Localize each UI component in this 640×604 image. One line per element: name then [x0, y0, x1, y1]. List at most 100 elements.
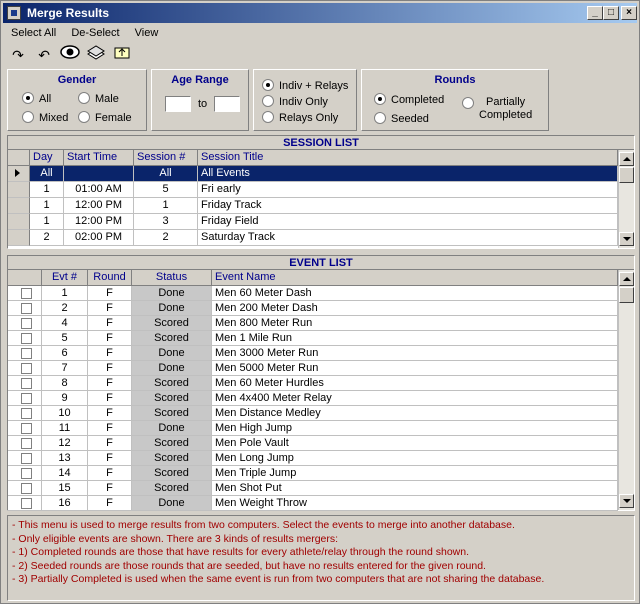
event-checkbox[interactable] [21, 453, 32, 464]
event-select-cell [8, 301, 42, 316]
event-checkbox[interactable] [21, 498, 32, 509]
folder-up-icon[interactable] [111, 44, 133, 64]
rounds-partially-completed-radio[interactable] [462, 97, 479, 110]
menu-de-select[interactable]: De-Select [65, 25, 125, 41]
scroll-thumb[interactable] [619, 167, 634, 183]
help-line: - 2) Seeded rounds are those rounds that… [12, 559, 486, 572]
age-to-input[interactable] [214, 96, 240, 112]
event-select-cell [8, 346, 42, 361]
event-cell-round: F [88, 301, 132, 316]
event-list-scrollbar[interactable] [618, 270, 634, 510]
event-cell-round: F [88, 481, 132, 496]
event-row[interactable]: 15 F Scored Men Shot Put [8, 481, 618, 496]
radio-dot [262, 79, 274, 91]
header-evt-number[interactable]: Evt # [42, 270, 88, 286]
books-icon[interactable] [85, 44, 107, 64]
scroll-down-button[interactable] [619, 232, 634, 246]
redo-icon[interactable]: ↷ [7, 45, 29, 65]
event-checkbox[interactable] [21, 303, 32, 314]
indiv-relay-panel: Indiv + Relays Indiv Only Relays Only [253, 69, 357, 131]
session-cell-title: Friday Field [198, 214, 618, 230]
menu-select-all[interactable]: Select All [5, 25, 62, 41]
close-button[interactable]: × [621, 6, 637, 20]
radio-label: Completed [391, 94, 445, 106]
scroll-down-button[interactable] [619, 494, 634, 508]
session-list-scrollbar[interactable] [618, 150, 634, 248]
event-row[interactable]: 7 F Done Men 5000 Meter Run [8, 361, 618, 376]
event-cell-status: Scored [132, 466, 212, 481]
title-bar[interactable]: Merge Results _ □ × [3, 3, 637, 23]
session-row[interactable]: 2 02:00 PM 2 Saturday Track [8, 230, 618, 246]
gender-male-radio[interactable]: Male [78, 92, 119, 105]
scroll-up-button[interactable] [619, 272, 634, 286]
rounds-completed-radio[interactable]: Completed [374, 93, 444, 106]
session-row[interactable]: 1 12:00 PM 1 Friday Track [8, 198, 618, 214]
relays-only-radio[interactable]: Relays Only [262, 111, 338, 124]
gender-mixed-radio[interactable]: Mixed [22, 111, 68, 124]
header-day[interactable]: Day [30, 150, 64, 166]
event-cell-round: F [88, 466, 132, 481]
header-session-number[interactable]: Session # [134, 150, 198, 166]
event-cell-status: Scored [132, 436, 212, 451]
event-row[interactable]: 4 F Scored Men 800 Meter Run [8, 316, 618, 331]
event-cell-status: Done [132, 496, 212, 511]
event-cell-evt: 4 [42, 316, 88, 331]
event-cell-status: Done [132, 421, 212, 436]
event-checkbox[interactable] [21, 408, 32, 419]
event-cell-name: Men Distance Medley [212, 406, 618, 421]
event-row[interactable]: 9 F Scored Men 4x400 Meter Relay [8, 391, 618, 406]
maximize-button[interactable]: □ [603, 6, 619, 20]
event-checkbox[interactable] [21, 378, 32, 389]
event-row[interactable]: 5 F Scored Men 1 Mile Run [8, 331, 618, 346]
event-row[interactable]: 16 F Done Men Weight Throw [8, 496, 618, 511]
header-start-time[interactable]: Start Time [64, 150, 134, 166]
event-select-cell [8, 391, 42, 406]
event-cell-name: Men 5000 Meter Run [212, 361, 618, 376]
session-row[interactable]: 1 01:00 AM 5 Fri early [8, 182, 618, 198]
event-checkbox[interactable] [21, 363, 32, 374]
event-cell-status: Done [132, 286, 212, 301]
header-status[interactable]: Status [132, 270, 212, 286]
event-checkbox[interactable] [21, 348, 32, 359]
header-event-name[interactable]: Event Name [212, 270, 618, 286]
scroll-up-button[interactable] [619, 152, 634, 166]
event-checkbox[interactable] [21, 438, 32, 449]
header-session-title[interactable]: Session Title [198, 150, 618, 166]
event-row[interactable]: 10 F Scored Men Distance Medley [8, 406, 618, 421]
event-checkbox[interactable] [21, 318, 32, 329]
event-checkbox[interactable] [21, 333, 32, 344]
event-select-cell [8, 316, 42, 331]
event-row[interactable]: 6 F Done Men 3000 Meter Run [8, 346, 618, 361]
age-from-input[interactable] [165, 96, 191, 112]
event-checkbox[interactable] [21, 423, 32, 434]
minimize-button[interactable]: _ [587, 6, 603, 20]
event-row[interactable]: 13 F Scored Men Long Jump [8, 451, 618, 466]
gender-female-radio[interactable]: Female [78, 111, 132, 124]
indiv-only-radio[interactable]: Indiv Only [262, 95, 328, 108]
event-row[interactable]: 12 F Scored Men Pole Vault [8, 436, 618, 451]
session-row[interactable]: All All All Events [8, 166, 618, 182]
radio-label: Indiv + Relays [279, 80, 349, 92]
event-checkbox[interactable] [21, 468, 32, 479]
event-row[interactable]: 14 F Scored Men Triple Jump [8, 466, 618, 481]
scroll-thumb[interactable] [619, 287, 634, 303]
indiv-relays-radio[interactable]: Indiv + Relays [262, 79, 348, 92]
header-round[interactable]: Round [88, 270, 132, 286]
eye-icon[interactable] [59, 44, 81, 64]
event-row[interactable]: 1 F Done Men 60 Meter Dash [8, 286, 618, 301]
undo-icon[interactable]: ↶ [33, 45, 55, 65]
event-checkbox[interactable] [21, 288, 32, 299]
event-cell-status: Done [132, 361, 212, 376]
event-cell-name: Men 1 Mile Run [212, 331, 618, 346]
event-row[interactable]: 2 F Done Men 200 Meter Dash [8, 301, 618, 316]
session-cell-start: 01:00 AM [64, 182, 134, 198]
event-checkbox[interactable] [21, 483, 32, 494]
rounds-seeded-radio[interactable]: Seeded [374, 112, 429, 125]
menu-view[interactable]: View [129, 25, 165, 41]
event-checkbox[interactable] [21, 393, 32, 404]
session-row[interactable]: 1 12:00 PM 3 Friday Field [8, 214, 618, 230]
radio-label: All [39, 93, 52, 105]
event-row[interactable]: 8 F Scored Men 60 Meter Hurdles [8, 376, 618, 391]
gender-all-radio[interactable]: All [22, 92, 51, 105]
event-row[interactable]: 11 F Done Men High Jump [8, 421, 618, 436]
